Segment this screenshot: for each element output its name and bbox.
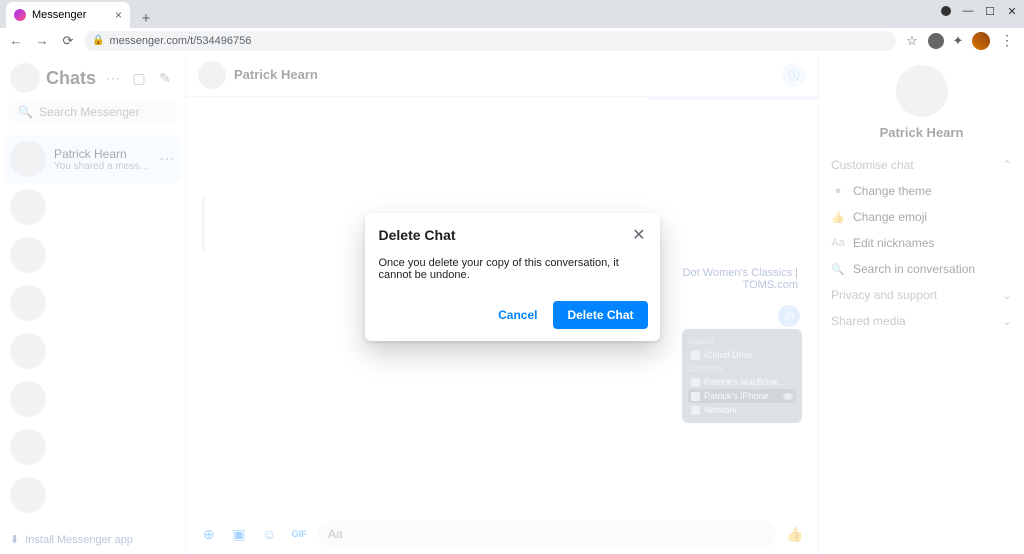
window-close-button[interactable]: ✕ <box>1002 2 1022 20</box>
modal-title: Delete Chat <box>379 227 456 243</box>
delete-chat-dialog: Delete Chat ✕ Once you delete your copy … <box>365 213 660 341</box>
lock-icon: 🔒 <box>92 35 104 46</box>
browser-chrome: Messenger × + — ☐ ✕ ← → ⟳ 🔒 messenger.co… <box>0 0 1024 53</box>
profile-avatar-icon[interactable] <box>972 32 990 50</box>
extension-icon[interactable] <box>928 33 944 49</box>
modal-body: Once you delete your copy of this conver… <box>365 257 660 293</box>
url-text: messenger.com/t/534496756 <box>109 35 251 47</box>
modal-close-icon[interactable]: ✕ <box>632 225 645 245</box>
cancel-button[interactable]: Cancel <box>488 301 547 329</box>
address-bar[interactable]: 🔒 messenger.com/t/534496756 <box>84 31 896 51</box>
forward-button[interactable]: → <box>32 31 52 51</box>
chrome-menu-button[interactable]: ⋮ <box>996 32 1018 49</box>
close-tab-icon[interactable]: × <box>115 8 122 22</box>
tab-strip: Messenger × + — ☐ ✕ <box>0 0 1024 28</box>
music-extension-icon[interactable] <box>936 2 956 20</box>
reload-button[interactable]: ⟳ <box>58 31 78 51</box>
extensions: ✦ <box>928 31 990 51</box>
nav-bar: ← → ⟳ 🔒 messenger.com/t/534496756 ☆ ✦ ⋮ <box>0 28 1024 53</box>
bookmark-star-icon[interactable]: ☆ <box>902 31 922 51</box>
delete-chat-button[interactable]: Delete Chat <box>553 301 647 329</box>
window-minimize-button[interactable]: — <box>958 2 978 20</box>
messenger-favicon-icon <box>14 9 26 21</box>
window-maximize-button[interactable]: ☐ <box>980 2 1000 20</box>
tab-title: Messenger <box>32 9 109 21</box>
new-tab-button[interactable]: + <box>136 8 156 28</box>
extensions-puzzle-icon[interactable]: ✦ <box>948 31 968 51</box>
back-button[interactable]: ← <box>6 31 26 51</box>
browser-tab[interactable]: Messenger × <box>6 2 130 28</box>
